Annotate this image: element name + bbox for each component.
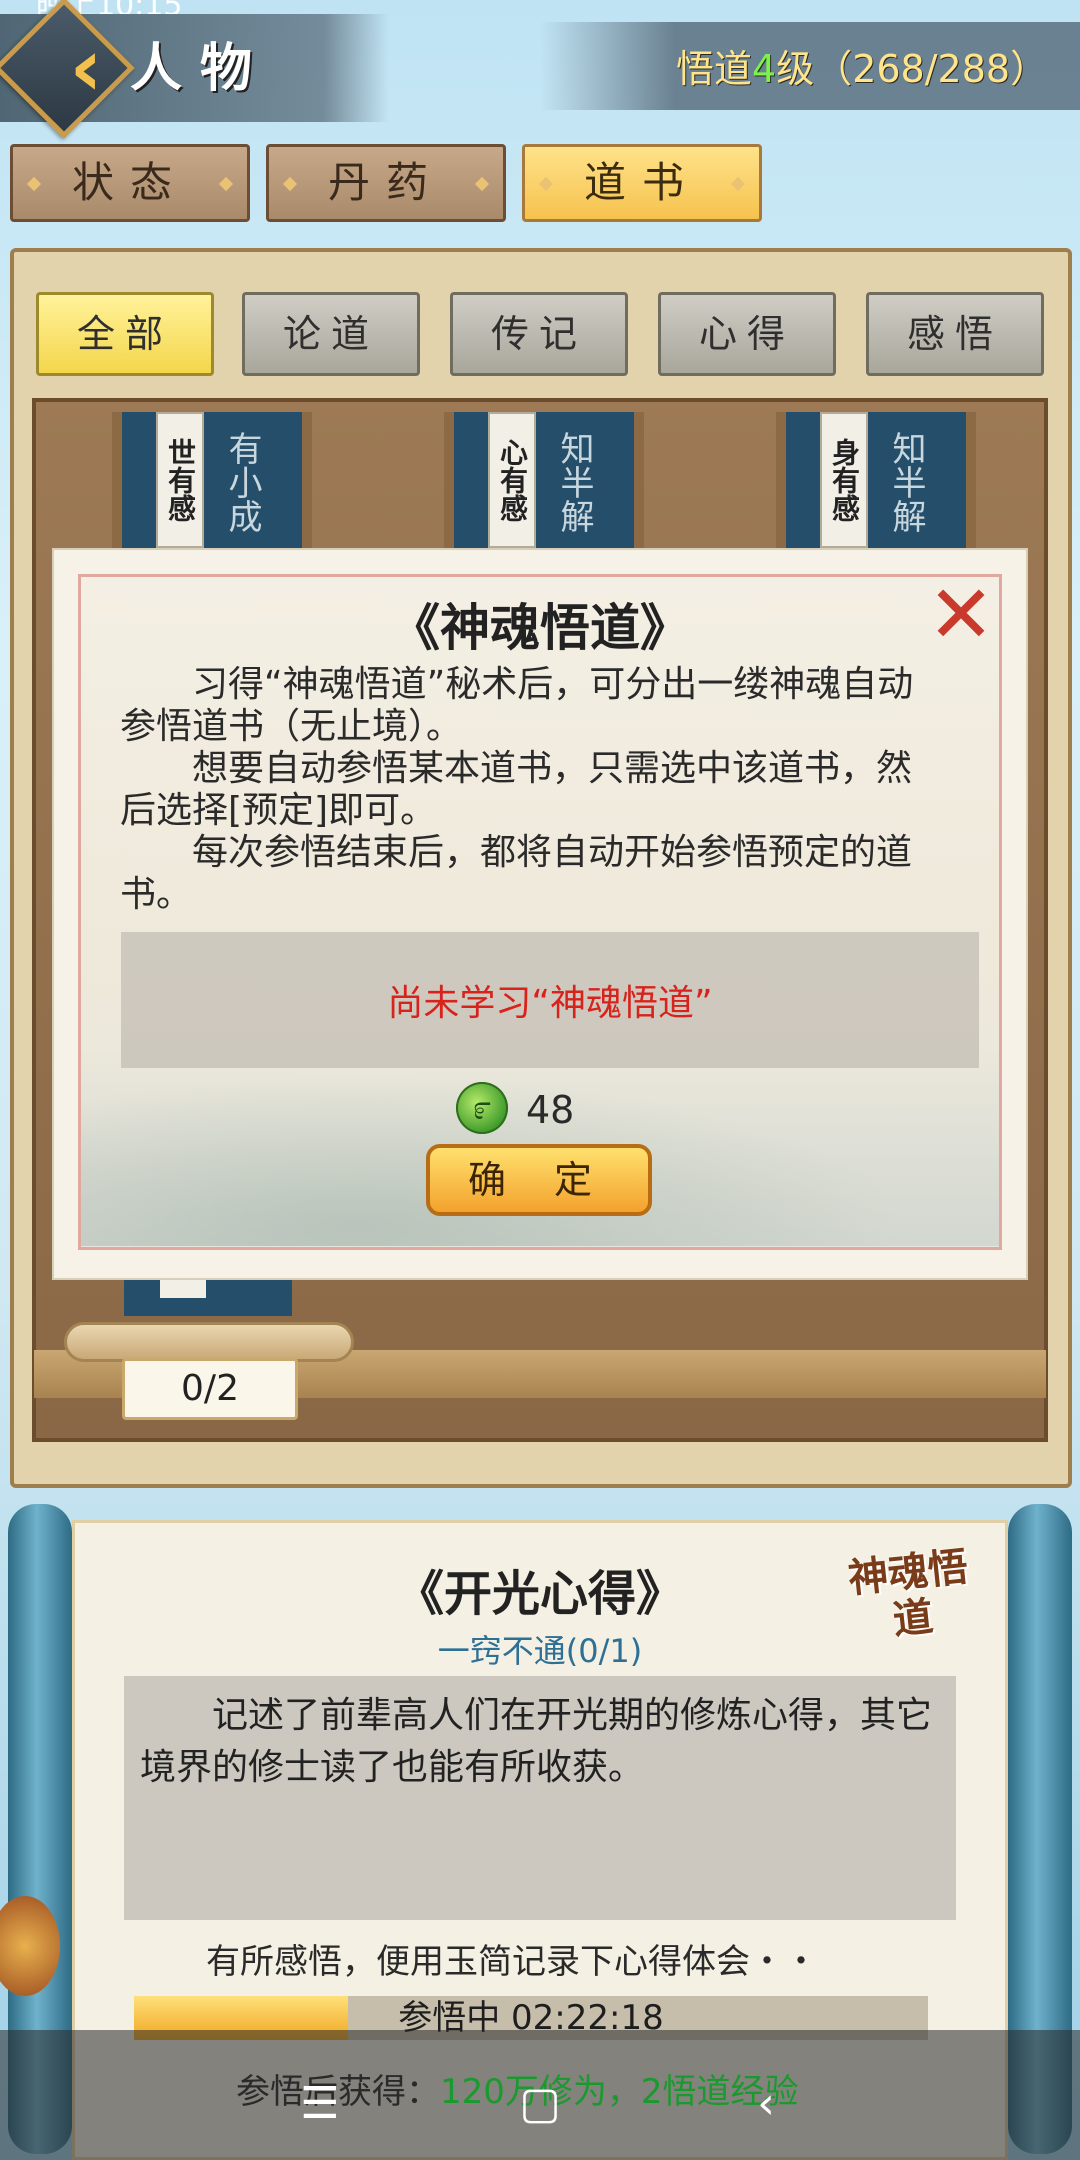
modal-paragraph: 每次参悟结束后，都将自动开始参悟预定的道书。: [120, 832, 913, 915]
book-item[interactable]: 身有感 知半解: [776, 412, 976, 552]
filter-biography[interactable]: 传记: [450, 292, 628, 376]
tab-pills-label: 丹药: [327, 158, 444, 207]
book-spine: 身有感: [820, 412, 868, 548]
confirm-button[interactable]: 确 定: [426, 1144, 652, 1216]
book-spine: 心有感: [488, 412, 536, 548]
level-suffix: 级（268/288）: [776, 47, 1049, 91]
book-grade: 有小成: [222, 431, 262, 533]
back-icon[interactable]: ‹: [736, 2074, 796, 2134]
counter-bracket: [64, 1322, 354, 1362]
tab-dao-books[interactable]: 道书: [522, 144, 762, 222]
menu-icon[interactable]: ☰: [290, 2074, 350, 2134]
learn-status-text: 尚未学习“神魂悟道”: [387, 983, 713, 1024]
book-description: 记述了前辈高人们在开光期的修炼心得，其它境界的修士读了也能有所收获。: [140, 1695, 933, 1788]
tab-dao-books-label: 道书: [583, 158, 700, 207]
filter-insights[interactable]: 心得: [658, 292, 836, 376]
book-item[interactable]: 世有感 有小成: [112, 412, 312, 552]
filter-realization[interactable]: 感悟: [866, 292, 1044, 376]
soul-enlightenment-seal[interactable]: 神魂悟道: [841, 1543, 981, 1656]
jade-currency-icon: ೯: [456, 1082, 508, 1134]
modal-description: 习得“神魂悟道”秘术后，可分出一缕神魂自动参悟道书（无止境）。 想要自动参悟某本…: [120, 664, 946, 916]
modal-paragraph: 想要自动参悟某本道书，只需选中该道书，然后选择[预定]即可。: [120, 748, 913, 831]
tab-pills[interactable]: 丹药: [266, 144, 506, 222]
book-grade: 知半解: [886, 431, 926, 533]
back-arrow-icon: ‹: [69, 21, 103, 114]
book-spine: 世有感: [156, 412, 204, 548]
status-bar: 晚上10:15: [0, 0, 1080, 14]
book-item[interactable]: 心有感 知半解: [444, 412, 644, 552]
cost-value: 48: [526, 1088, 575, 1132]
tab-status[interactable]: 状态: [10, 144, 250, 222]
book-item-partial[interactable]: [124, 1276, 292, 1316]
filter-discourse[interactable]: 论道: [242, 292, 420, 376]
tab-status-label: 状态: [71, 158, 188, 207]
study-hint: 有所感悟，便用玉简记录下心得体会・・: [206, 1942, 818, 1982]
shelf-counter: 0/2: [122, 1358, 298, 1420]
book-grade: 知半解: [554, 431, 594, 533]
filter-all[interactable]: 全部: [36, 292, 214, 376]
modal-paragraph: 习得“神魂悟道”秘术后，可分出一缕神魂自动参悟道书（无止境）。: [120, 664, 914, 747]
level-prefix: 悟道: [676, 47, 753, 91]
enlightenment-level: 悟道4级（268/288）: [676, 38, 1048, 93]
level-number: 4: [752, 47, 777, 91]
close-icon[interactable]: ✕: [926, 575, 996, 655]
home-icon[interactable]: ▢: [510, 2074, 570, 2134]
page-title: 人物: [130, 38, 271, 99]
modal-title: 《神魂悟道》: [390, 598, 690, 657]
